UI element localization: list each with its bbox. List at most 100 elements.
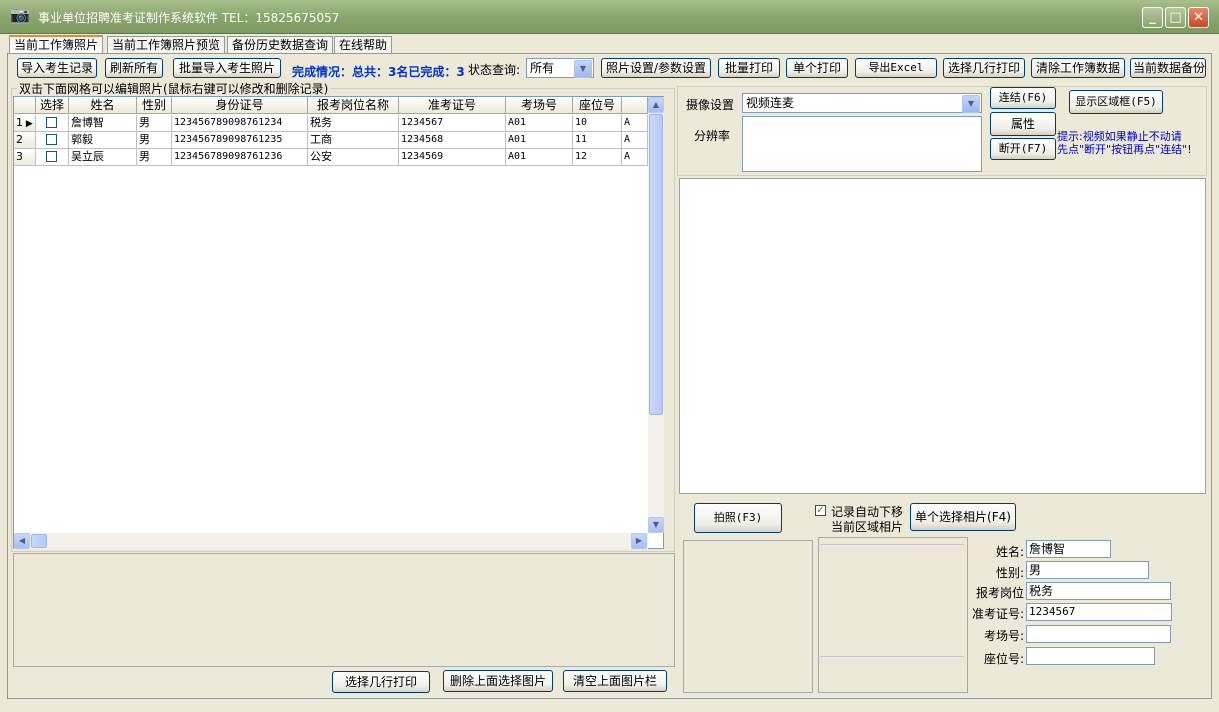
col-header-ticket[interactable]: 准考证号: [399, 97, 506, 114]
seat-field[interactable]: [1026, 647, 1155, 665]
col-header-id[interactable]: 身份证号: [172, 97, 308, 114]
current-area-label: 当前区域相片: [831, 520, 904, 534]
row-select-checkbox[interactable]: [36, 132, 69, 149]
export-excel-button[interactable]: 导出Excel: [855, 58, 937, 78]
take-photo-button[interactable]: 拍照(F3): [694, 503, 782, 533]
cell-room[interactable]: A01: [506, 132, 573, 149]
cell-room[interactable]: A01: [506, 149, 573, 166]
video-preview[interactable]: [679, 178, 1206, 494]
cell-post[interactable]: 公安: [308, 149, 399, 166]
resolution-list[interactable]: [742, 116, 982, 172]
name-field[interactable]: 詹博智: [1026, 540, 1111, 558]
tab-current-workbook-photos[interactable]: 当前工作簿照片: [9, 35, 104, 54]
cell-ticket[interactable]: 1234567: [399, 115, 506, 132]
cell-post[interactable]: 税务: [308, 115, 399, 132]
tab-photo-preview[interactable]: 当前工作簿照片预览: [107, 36, 226, 53]
chevron-down-icon[interactable]: ▼: [574, 60, 592, 78]
checkbox-icon[interactable]: [46, 134, 57, 145]
gender-label: 性别:: [995, 566, 1024, 580]
cell-seat[interactable]: 12: [573, 149, 622, 166]
cell-name[interactable]: 郭毅: [69, 132, 137, 149]
row-index[interactable]: 3: [14, 149, 36, 166]
clear-workbook-button[interactable]: 清除工作簿数据: [1031, 58, 1125, 78]
row-select-checkbox[interactable]: [36, 149, 69, 166]
grid-vscroll-thumb[interactable]: [649, 114, 663, 415]
clear-image-bar-button[interactable]: 清空上面图片栏: [563, 670, 667, 692]
cell-post[interactable]: 工商: [308, 132, 399, 149]
cell-extra[interactable]: A: [622, 132, 648, 149]
cell-id[interactable]: 123456789098761234: [172, 115, 308, 132]
status-query-label: 状态查询:: [468, 63, 521, 77]
select-rows-print-bottom-button[interactable]: 选择几行打印: [332, 671, 430, 693]
gender-field[interactable]: 男: [1026, 561, 1149, 579]
single-select-photo-button[interactable]: 单个选择相片(F4): [910, 503, 1016, 531]
cell-seat[interactable]: 10: [573, 115, 622, 132]
import-records-button[interactable]: 导入考生记录: [17, 58, 97, 78]
room-field[interactable]: [1026, 625, 1171, 643]
cell-gender[interactable]: 男: [137, 149, 172, 166]
cell-extra[interactable]: A: [622, 149, 648, 166]
captured-photo-panel: [683, 540, 813, 693]
cell-seat[interactable]: 11: [573, 132, 622, 149]
status-query-select[interactable]: 所有 ▼: [526, 58, 594, 78]
delete-selected-images-button[interactable]: 删除上面选择图片: [443, 670, 553, 692]
col-header-post[interactable]: 报考岗位名称: [308, 97, 399, 114]
properties-button[interactable]: 属性: [990, 112, 1056, 136]
row-index[interactable]: 1 ▶: [14, 115, 36, 132]
post-field[interactable]: 税务: [1026, 582, 1171, 600]
show-area-button[interactable]: 显示区域框(F5): [1069, 90, 1163, 114]
camera-settings-label: 摄像设置: [686, 98, 735, 112]
auto-move-checkbox[interactable]: ✓: [815, 505, 826, 516]
row-select-checkbox[interactable]: [36, 115, 69, 132]
photo-settings-button[interactable]: 照片设置/参数设置: [601, 58, 711, 78]
tab-online-help[interactable]: 在线帮助: [334, 36, 393, 53]
batch-import-photos-button[interactable]: 批量导入考生照片: [173, 58, 281, 78]
chevron-down-icon[interactable]: ▼: [962, 95, 980, 113]
col-header-name[interactable]: 姓名: [69, 97, 137, 114]
cell-ticket[interactable]: 1234568: [399, 132, 506, 149]
col-header-room[interactable]: 考场号: [506, 97, 573, 114]
seat-label: 座位号:: [983, 652, 1024, 666]
checkbox-icon[interactable]: [46, 117, 57, 128]
single-print-button[interactable]: 单个打印: [786, 58, 848, 78]
camera-device-select[interactable]: 视频连麦 ▼: [742, 93, 982, 113]
scroll-right-icon[interactable]: ▶: [631, 533, 647, 549]
minimize-button[interactable]: _: [1142, 7, 1163, 28]
cell-name[interactable]: 吴立辰: [69, 149, 137, 166]
col-header-select[interactable]: 选择: [36, 97, 69, 114]
cell-name[interactable]: 詹博智: [69, 115, 137, 132]
image-bar-panel[interactable]: [13, 553, 675, 667]
batch-print-button[interactable]: 批量打印: [718, 58, 780, 78]
backup-current-button[interactable]: 当前数据备份: [1130, 58, 1206, 78]
cell-room[interactable]: A01: [506, 115, 573, 132]
scroll-down-icon[interactable]: ▼: [648, 517, 664, 533]
student-grid[interactable]: 选择 姓名 性别 身份证号 报考岗位名称 准考证号 考场号 座位号 1 ▶ 詹博智…: [13, 96, 664, 549]
cell-extra[interactable]: A: [622, 115, 648, 132]
cell-id[interactable]: 123456789098761235: [172, 132, 308, 149]
cell-gender[interactable]: 男: [137, 132, 172, 149]
connect-button[interactable]: 连结(F6): [990, 87, 1056, 109]
close-button[interactable]: ✕: [1188, 7, 1209, 28]
select-rows-print-button[interactable]: 选择几行打印: [943, 58, 1025, 78]
current-area-photo-panel: [818, 537, 968, 693]
grid-horizontal-scrollbar[interactable]: [14, 533, 648, 549]
grid-hscroll-thumb[interactable]: [31, 534, 47, 548]
name-label: 姓名:: [995, 545, 1024, 559]
disconnect-button[interactable]: 断开(F7): [990, 138, 1056, 160]
camera-icon: 📷: [10, 5, 30, 24]
tab-backup-history[interactable]: 备份历史数据查询: [227, 36, 334, 53]
cell-id[interactable]: 123456789098761236: [172, 149, 308, 166]
grid-corner-header: [14, 97, 36, 114]
cell-gender[interactable]: 男: [137, 115, 172, 132]
scroll-left-icon[interactable]: ◀: [14, 533, 30, 549]
maximize-button[interactable]: □: [1165, 7, 1186, 28]
col-header-gender[interactable]: 性别: [137, 97, 172, 114]
checkbox-icon[interactable]: [46, 151, 57, 162]
cell-ticket[interactable]: 1234569: [399, 149, 506, 166]
col-header-seat[interactable]: 座位号: [573, 97, 622, 114]
scroll-up-icon[interactable]: ▲: [648, 97, 664, 113]
row-index[interactable]: 2: [14, 132, 36, 149]
refresh-all-button[interactable]: 刷新所有: [105, 58, 163, 78]
ticket-field[interactable]: 1234567: [1026, 603, 1172, 621]
col-header-extra[interactable]: [622, 97, 648, 114]
